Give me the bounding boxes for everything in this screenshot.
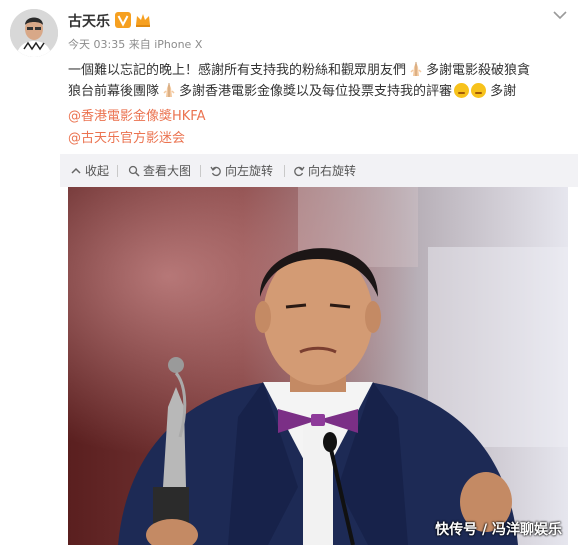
post-text-segment: 多謝 bbox=[490, 84, 517, 99]
verified-v-icon bbox=[115, 12, 131, 28]
magnifier-icon bbox=[128, 165, 140, 177]
toolbar-divider bbox=[117, 165, 118, 177]
rotate-right-icon bbox=[294, 166, 305, 176]
image-toolbar: 收起 查看大图 向左旋转 向右旋转 bbox=[60, 154, 578, 187]
kissing-face-icon bbox=[471, 83, 487, 98]
post-timestamp[interactable]: 今天 03:35 bbox=[68, 38, 125, 51]
post-text: 一個難以忘記的晚上！感謝所有支持我的粉絲和觀眾朋友們 多謝電影殺破狼貪 狼台前幕後… bbox=[68, 60, 573, 102]
post-text-segment: 一個難以忘記的晚上！感謝所有支持我的粉絲和觀眾朋友們 bbox=[68, 63, 407, 78]
view-large-button[interactable]: 查看大图 bbox=[128, 162, 191, 179]
praying-hands-icon bbox=[410, 62, 422, 76]
weibo-post: 古天乐 今天 03:35 来自 iPhone X 一個難以忘記的晚上！感謝所有支… bbox=[0, 0, 578, 545]
toolbar-divider bbox=[284, 165, 285, 177]
avatar[interactable] bbox=[10, 9, 58, 57]
post-text-segment: 多謝電影殺破狼貪 bbox=[426, 63, 531, 78]
praying-hands-icon bbox=[163, 83, 175, 97]
watermark: 快传号 / 冯洋聊娱乐 bbox=[435, 522, 562, 538]
award-winner-photo bbox=[68, 187, 568, 545]
rotate-left-label: 向左旋转 bbox=[225, 164, 274, 178]
post-source: 来自 iPhone X bbox=[128, 38, 203, 51]
post-text-segment: 狼台前幕後團隊 bbox=[68, 84, 160, 99]
blushing-face-icon bbox=[454, 83, 470, 98]
collapse-label: 收起 bbox=[85, 164, 110, 178]
mention-link-fanclub[interactable]: @古天乐官方影迷会 bbox=[68, 127, 185, 146]
rotate-right-button[interactable]: 向右旋转 bbox=[293, 162, 356, 179]
vip-crown-icon[interactable] bbox=[134, 12, 152, 28]
rotate-left-icon bbox=[210, 166, 221, 176]
chevron-down-icon[interactable] bbox=[553, 10, 567, 20]
post-meta: 今天 03:35 来自 iPhone X bbox=[68, 36, 202, 52]
rotate-right-label: 向右旋转 bbox=[308, 164, 357, 178]
post-photo[interactable]: 快传号 / 冯洋聊娱乐 bbox=[68, 187, 568, 545]
mention-link-hkfa[interactable]: @香港電影金像獎HKFA bbox=[68, 105, 205, 124]
collapse-button[interactable]: 收起 bbox=[70, 162, 109, 179]
post-text-segment: 多謝香港電影金像獎以及每位投票支持我的評審 bbox=[179, 84, 453, 99]
username[interactable]: 古天乐 bbox=[68, 11, 110, 31]
rotate-left-button[interactable]: 向左旋转 bbox=[210, 162, 273, 179]
view-large-label: 查看大图 bbox=[143, 164, 192, 178]
collapse-icon bbox=[71, 167, 81, 174]
toolbar-divider bbox=[200, 165, 201, 177]
